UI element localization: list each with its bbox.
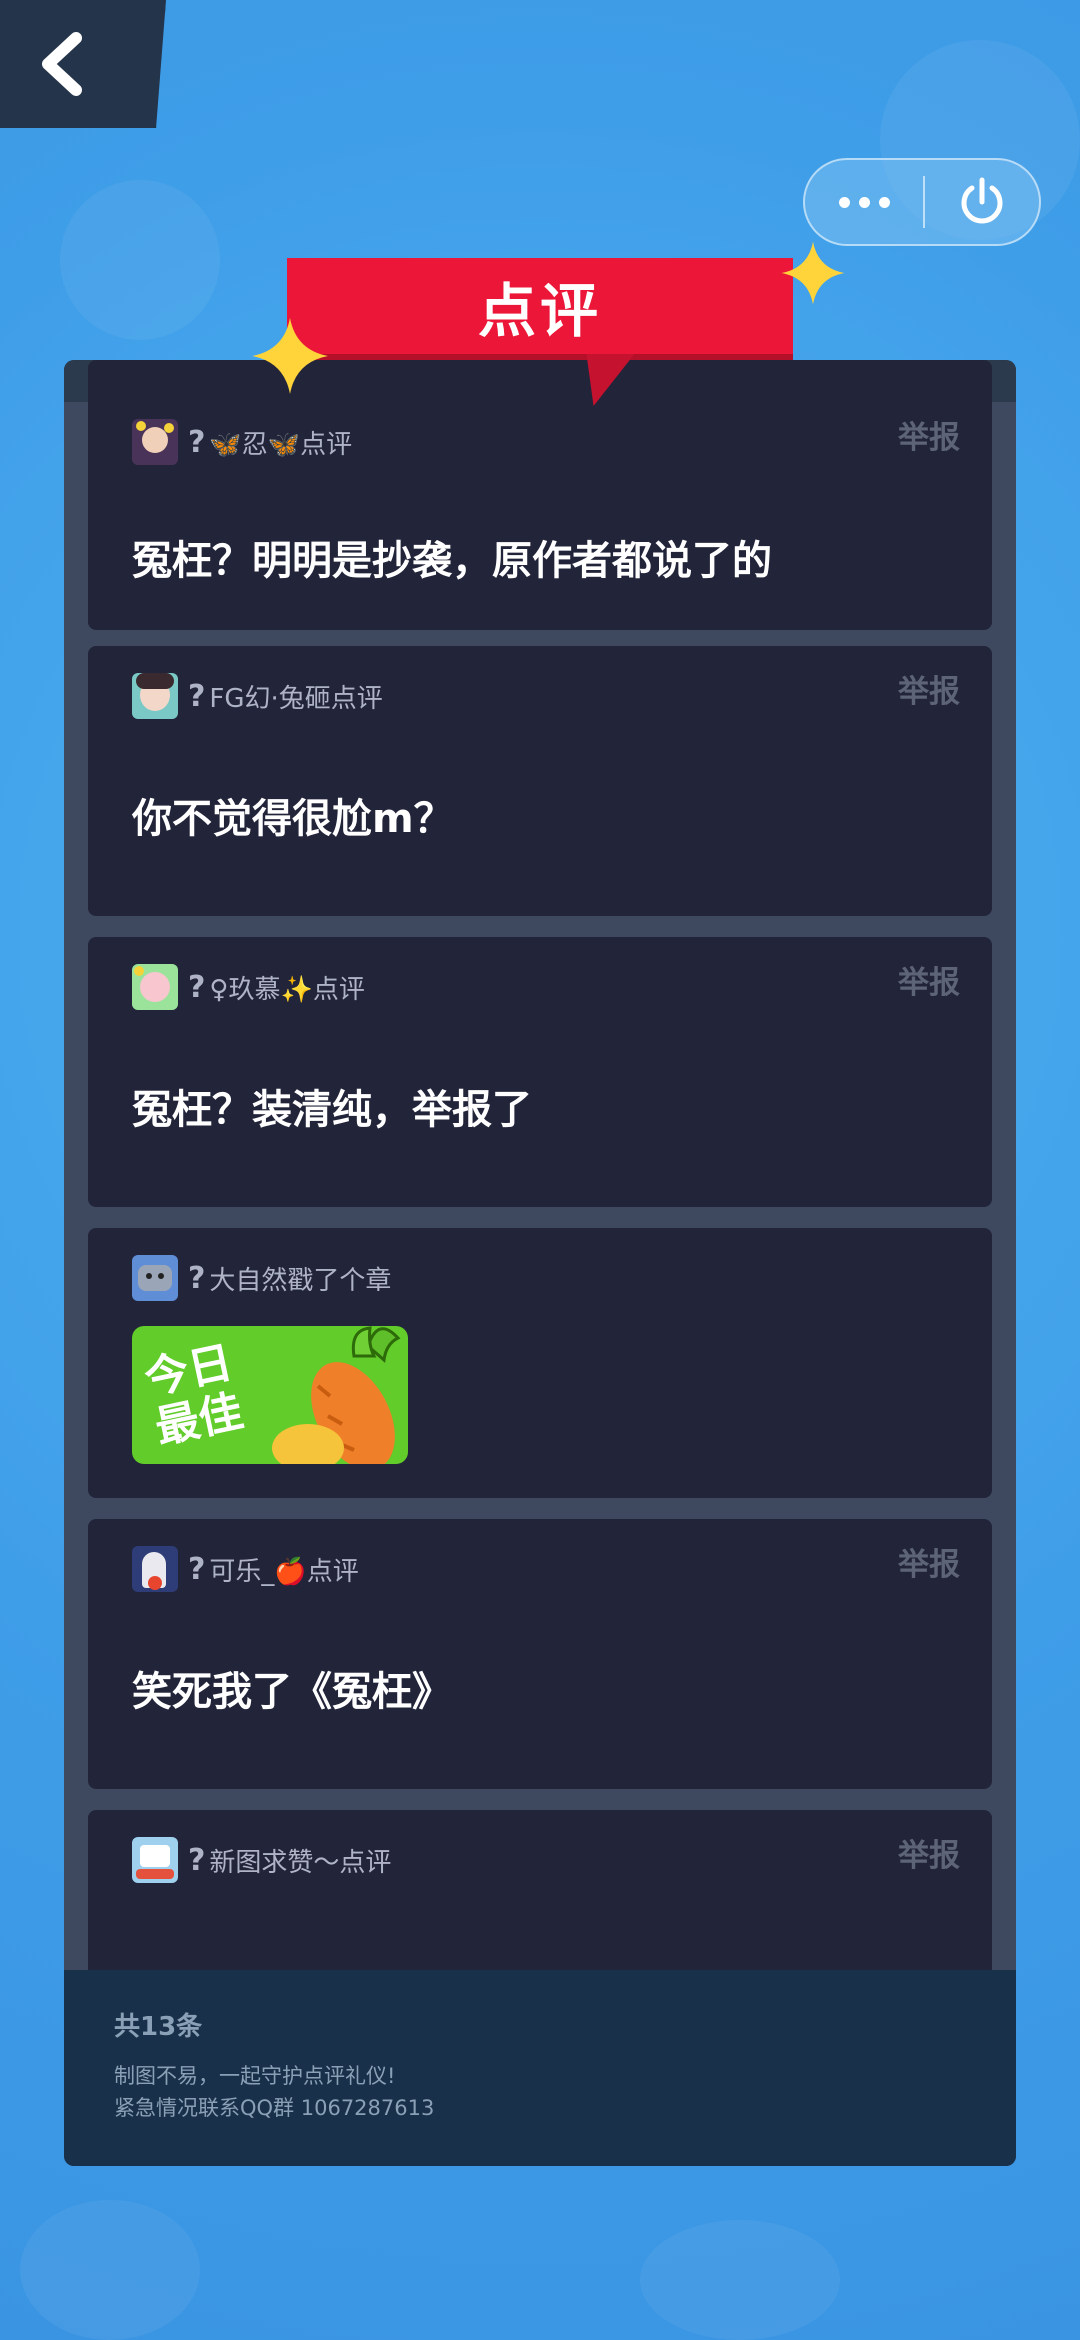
contact-note: 紧急情况联系QQ群 1067287613: [114, 2096, 435, 2120]
mini-program-capsule: [803, 158, 1041, 246]
sparkle-star-icon: [781, 241, 845, 305]
carrot-icon: [272, 1326, 401, 1464]
comment-card: ? 大自然戳了个章 今日 最佳: [88, 1228, 992, 1498]
more-button[interactable]: [805, 196, 923, 208]
power-icon: [961, 177, 1003, 224]
comment-card: ? 可乐_🍎点评 举报 笑死我了《冤枉》: [88, 1519, 992, 1789]
comment-text: 你不觉得很尬m？: [132, 796, 454, 842]
comment-header: ? 新图求赞～点评: [132, 1836, 391, 1884]
comment-header: ? ♀玖慕✨点评: [132, 963, 365, 1011]
best-today-sticker: 今日 最佳: [132, 1326, 408, 1464]
close-button[interactable]: [925, 176, 1039, 228]
comment-header: ? 🦋忍🦋点评: [132, 418, 352, 466]
comment-prefix: ?: [188, 1260, 206, 1296]
comment-header: ? FG幻·兔砸点评: [132, 672, 383, 720]
comment-prefix: ?: [188, 678, 206, 714]
comment-prefix: ?: [188, 1842, 206, 1878]
comment-prefix: ?: [188, 424, 206, 460]
comment-count: 共13条: [114, 2012, 203, 2042]
comment-card: ? 🦋忍🦋点评 举报 冤枉？明明是抄袭，原作者都说了的: [88, 360, 992, 630]
nickname: ♀玖慕✨点评: [209, 974, 365, 1005]
avatar[interactable]: [132, 1255, 178, 1301]
nickname: 大自然戳了个章: [209, 1265, 392, 1296]
panel-footer: 共13条 制图不易，一起守护点评礼仪! 紧急情况联系QQ群 1067287613: [64, 1970, 1016, 2166]
comment-card: ? FG幻·兔砸点评 举报 你不觉得很尬m？: [88, 646, 992, 916]
report-button[interactable]: 举报: [898, 412, 960, 457]
background-decoration: [20, 2200, 200, 2340]
sticker-text: 今日 最佳: [140, 1337, 247, 1454]
nickname: 新图求赞～点评: [209, 1847, 392, 1878]
comment-card: ? ♀玖慕✨点评 举报 冤枉？装清纯，举报了: [88, 937, 992, 1207]
nickname: 可乐_🍎点评: [209, 1556, 359, 1587]
more-dot: [858, 196, 870, 208]
comment-prefix: ?: [188, 1551, 206, 1587]
page-title: 点评: [477, 277, 602, 345]
report-button[interactable]: 举报: [898, 1539, 960, 1584]
report-button[interactable]: 举报: [898, 957, 960, 1002]
more-dot: [878, 196, 890, 208]
comment-header: ? 大自然戳了个章: [132, 1254, 391, 1302]
background-decoration: [640, 2220, 840, 2340]
comment-header: ? 可乐_🍎点评: [132, 1545, 359, 1593]
comment-text: 笑死我了《冤枉》: [132, 1669, 452, 1715]
avatar[interactable]: [132, 419, 178, 465]
avatar[interactable]: [132, 1546, 178, 1592]
nickname: FG幻·兔砸点评: [209, 683, 383, 714]
avatar[interactable]: [132, 1837, 178, 1883]
avatar[interactable]: [132, 964, 178, 1010]
comment-text: 冤枉？明明是抄袭，原作者都说了的: [132, 538, 772, 584]
comments-panel: ? 🦋忍🦋点评 举报 冤枉？明明是抄袭，原作者都说了的 ? FG幻·兔砸点评 举…: [64, 360, 1016, 2166]
comment-list[interactable]: ? 🦋忍🦋点评 举报 冤枉？明明是抄袭，原作者都说了的 ? FG幻·兔砸点评 举…: [88, 360, 992, 2166]
sparkle-star-icon: [252, 318, 328, 394]
chevron-left-icon: [42, 32, 82, 96]
background-decoration: [60, 180, 220, 340]
more-dots-icon: [838, 196, 850, 208]
comment-text: 冤枉？装清纯，举报了: [132, 1087, 532, 1133]
report-button[interactable]: 举报: [898, 666, 960, 711]
report-button[interactable]: 举报: [898, 1830, 960, 1875]
title-banner: 点评: [287, 258, 793, 354]
nickname: 🦋忍🦋点评: [209, 429, 353, 460]
avatar[interactable]: [132, 673, 178, 719]
comment-prefix: ?: [188, 969, 206, 1005]
etiquette-note: 制图不易，一起守护点评礼仪!: [114, 2064, 396, 2088]
back-button[interactable]: [0, 0, 166, 128]
